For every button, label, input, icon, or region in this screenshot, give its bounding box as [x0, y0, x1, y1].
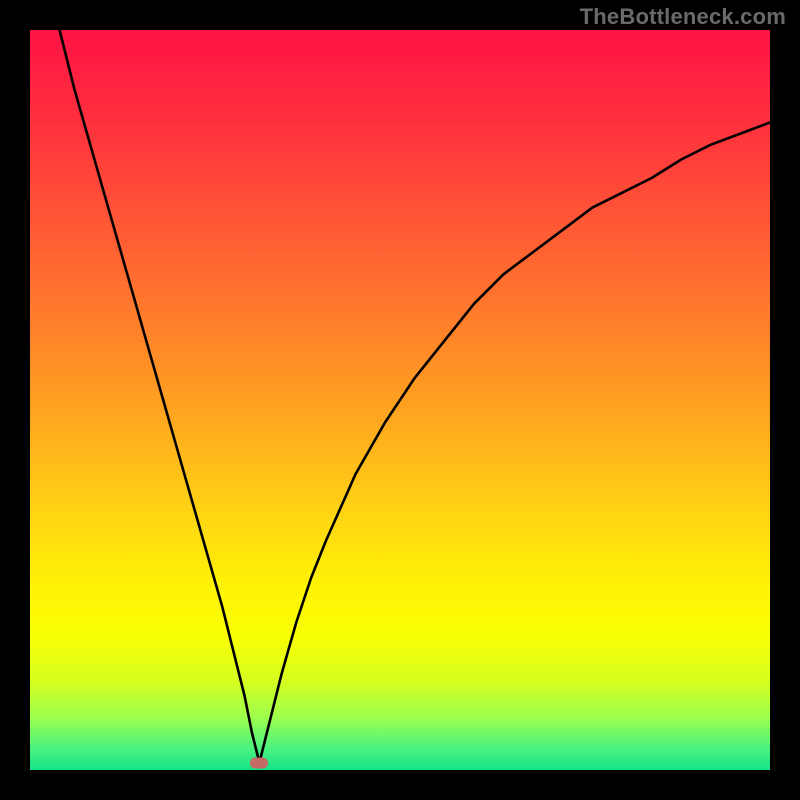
optimal-point-marker	[250, 757, 268, 768]
plot-area	[30, 30, 770, 770]
curve-path	[60, 30, 770, 763]
bottleneck-curve	[30, 30, 770, 770]
watermark-text: TheBottleneck.com	[580, 4, 786, 30]
chart-frame: TheBottleneck.com	[0, 0, 800, 800]
